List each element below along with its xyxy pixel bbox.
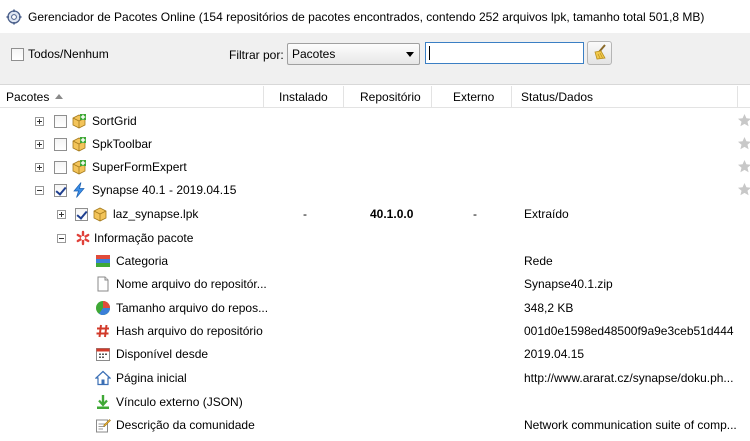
detail-label: Página inicial (116, 371, 187, 385)
homepage-link[interactable]: http://www.ararat.cz/synapse/doku.ph... (524, 367, 733, 390)
package-icon (71, 113, 87, 129)
detail-row[interactable]: Disponível desde 2019.04.15 (0, 343, 750, 366)
note-icon (95, 417, 111, 433)
detail-value: 2019.04.15 (524, 347, 585, 361)
sort-ascending-icon (55, 94, 64, 100)
chevron-down-icon (406, 52, 414, 57)
column-installed-label: Instalado (279, 90, 328, 104)
expand-button[interactable] (35, 140, 44, 149)
rating-star-icon[interactable] (737, 113, 750, 128)
package-checkbox[interactable] (54, 138, 67, 151)
info-asterisk-icon (75, 230, 91, 246)
detail-label: Categoria (116, 254, 169, 268)
filter-select-value: Pacotes (292, 47, 336, 61)
column-packages[interactable]: Pacotes (0, 86, 264, 108)
package-name: SpkToolbar (92, 137, 153, 151)
all-none-label: Todos/Nenhum (28, 47, 109, 61)
detail-row[interactable]: Nome arquivo do repositór... Synapse40.1… (0, 273, 750, 296)
column-status[interactable]: Status/Dados (512, 86, 738, 108)
package-name: SortGrid (92, 114, 137, 128)
detail-value: Network communication suite of comp... (524, 418, 737, 432)
package-icon (71, 159, 87, 175)
rating-star-icon[interactable] (737, 182, 750, 197)
package-date: - 2019.04.15 (169, 183, 237, 197)
lpk-checkbox[interactable] (75, 208, 88, 221)
detail-value: Rede (524, 254, 553, 268)
column-installed[interactable]: Instalado (264, 86, 344, 108)
package-info-label: Informação pacote (94, 231, 194, 245)
package-row-synapse[interactable]: Synapse 40.1 - 2019.04.15 (0, 179, 750, 202)
package-row[interactable]: SpkToolbar (0, 133, 750, 156)
file-icon (95, 276, 111, 292)
column-repository-label: Repositório (360, 90, 421, 104)
lpk-status: Extraído (524, 207, 569, 221)
detail-row[interactable]: Descrição da comunidade Network communic… (0, 414, 750, 437)
column-external-label: Externo (453, 90, 495, 104)
window-title: Gerenciador de Pacotes Online (154 repos… (28, 9, 705, 24)
package-row[interactable]: SuperFormExpert (0, 156, 750, 179)
title-bar: Gerenciador de Pacotes Online (154 repos… (0, 0, 750, 33)
toolbar: Todos/Nenhum Filtrar por: Pacotes (0, 33, 750, 85)
rating-star-icon[interactable] (737, 159, 750, 174)
lpk-repository-version: 40.1.0.0 (370, 207, 414, 221)
filter-select[interactable]: Pacotes (287, 43, 420, 65)
detail-value: 001d0e1598ed48500f9a9e3ceb51d444 (524, 324, 734, 338)
expand-button[interactable] (35, 117, 44, 126)
rating-star-icon[interactable] (737, 136, 750, 151)
detail-value: 348,2 KB (524, 301, 574, 315)
filter-label: Filtrar por: (229, 48, 284, 62)
detail-row[interactable]: Tamanho arquivo do repos... 348,2 KB (0, 297, 750, 320)
collapse-button[interactable] (35, 186, 44, 195)
lpk-package-icon (92, 206, 108, 222)
download-icon (95, 394, 111, 410)
all-none-toggle[interactable]: Todos/Nenhum (11, 47, 109, 61)
package-row[interactable]: SortGrid (0, 110, 750, 133)
detail-value: Synapse40.1.zip (524, 277, 613, 291)
detail-label: Descrição da comunidade (116, 418, 255, 432)
home-icon (94, 370, 112, 386)
lpk-external: - (473, 207, 477, 221)
app-gear-icon (6, 9, 22, 25)
detail-label: Disponível desde (116, 347, 209, 361)
package-checkbox[interactable] (54, 161, 67, 174)
size-icon (95, 300, 111, 316)
column-status-label: Status/Dados (521, 90, 594, 104)
hash-icon (95, 323, 111, 339)
package-icon (71, 136, 87, 152)
filter-search-input[interactable] (425, 42, 584, 64)
detail-label: Vínculo externo (JSON) (116, 395, 243, 409)
detail-row[interactable]: Hash arquivo do repositório 001d0e1598ed… (0, 320, 750, 343)
category-icon (95, 253, 111, 269)
column-repository[interactable]: Repositório (344, 86, 432, 108)
package-name: SuperFormExpert (92, 160, 187, 174)
lpk-installed: - (303, 207, 307, 221)
lpk-name: laz_synapse.lpk (113, 207, 199, 221)
detail-label: Nome arquivo do repositór... (116, 277, 267, 291)
detail-label: Hash arquivo do repositório (116, 324, 263, 338)
clear-filter-button[interactable] (587, 41, 612, 65)
package-info-row[interactable]: Informação pacote (0, 227, 750, 250)
detail-row[interactable]: Vínculo externo (JSON) (0, 391, 750, 414)
package-checkbox[interactable] (54, 184, 67, 197)
collapse-button[interactable] (57, 234, 66, 243)
lpk-row[interactable]: laz_synapse.lpk - 40.1.0.0 - Extraído (0, 203, 750, 226)
column-header: Pacotes Instalado Repositório Externo St… (0, 86, 750, 108)
column-external[interactable]: Externo (432, 86, 512, 108)
broom-icon (591, 43, 609, 64)
text-caret (429, 46, 430, 60)
calendar-icon (95, 346, 111, 362)
package-checkbox[interactable] (54, 115, 67, 128)
detail-row[interactable]: Página inicial http://www.ararat.cz/syna… (0, 367, 750, 390)
package-name: Synapse 40.1 (92, 183, 166, 197)
expand-button[interactable] (57, 210, 66, 219)
detail-row[interactable]: Categoria Rede (0, 250, 750, 273)
expand-button[interactable] (35, 163, 44, 172)
column-packages-label: Pacotes (6, 90, 50, 104)
lightning-icon (71, 182, 87, 198)
all-none-checkbox[interactable] (11, 47, 24, 61)
detail-label: Tamanho arquivo do repos... (116, 301, 269, 315)
